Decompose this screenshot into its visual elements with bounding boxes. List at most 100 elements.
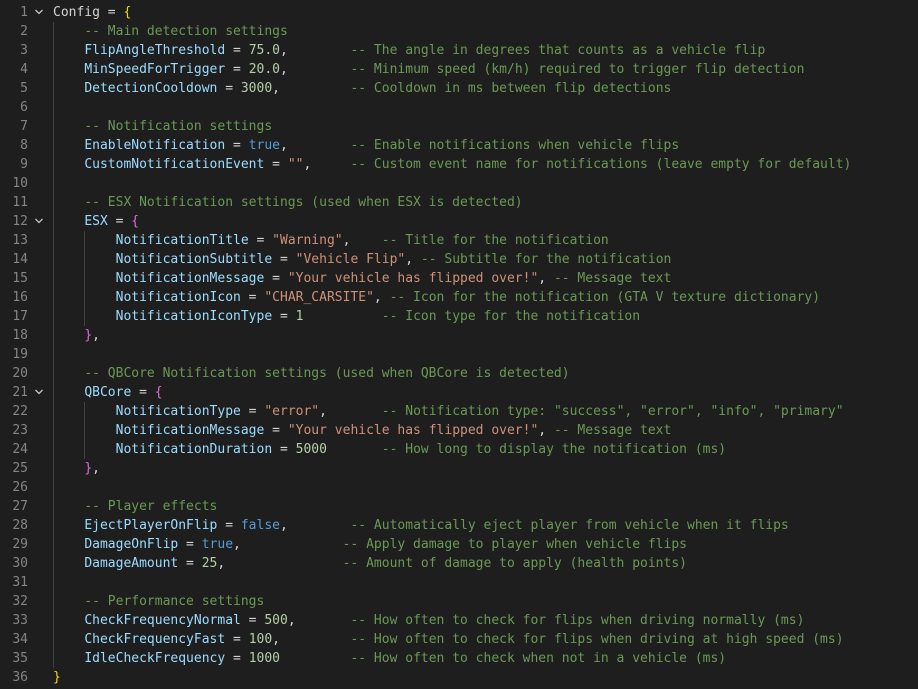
token-id: DetectionCooldown bbox=[84, 81, 218, 96]
code-line[interactable]: 16 NotificationIcon = "CHAR_CARSITE", --… bbox=[0, 288, 918, 307]
token-cm: -- How often to check when not in a vehi… bbox=[350, 651, 727, 666]
code-text: QBCore = { bbox=[53, 383, 162, 402]
line-number: 1 bbox=[20, 5, 28, 20]
line-number: 21 bbox=[12, 385, 28, 400]
line-number: 31 bbox=[12, 575, 28, 590]
token-op: , bbox=[319, 404, 382, 419]
code-line[interactable]: 7 -- Notification settings bbox=[0, 117, 918, 136]
token-cm: -- Message text bbox=[553, 423, 672, 438]
code-line[interactable]: 28 EjectPlayerOnFlip = false, -- Automat… bbox=[0, 516, 918, 535]
token-id: NotificationIcon bbox=[115, 290, 241, 305]
token-str: "" bbox=[287, 157, 304, 172]
code-editor[interactable]: 1 Config = {2 -- Main detection settings 3… bbox=[0, 0, 918, 689]
token-cm: -- Message text bbox=[553, 271, 672, 286]
line-number: 18 bbox=[12, 328, 28, 343]
line-number: 20 bbox=[12, 366, 28, 381]
code-line[interactable]: 30 DamageAmount = 25, -- Amount of damag… bbox=[0, 554, 918, 573]
token-op: = bbox=[178, 537, 202, 552]
code-line[interactable]: 11 -- ESX Notification settings (used wh… bbox=[0, 193, 918, 212]
code-line[interactable]: 31 bbox=[0, 573, 918, 592]
code-text: -- Main detection settings bbox=[53, 22, 288, 41]
token-op bbox=[53, 119, 84, 134]
token-op: , bbox=[92, 461, 100, 476]
token-id: NotificationSubtitle bbox=[115, 252, 273, 267]
token-op bbox=[53, 651, 84, 666]
token-b1: } bbox=[53, 670, 61, 685]
line-number: 22 bbox=[12, 404, 28, 419]
code-line[interactable]: 14 NotificationSubtitle = "Vehicle Flip"… bbox=[0, 250, 918, 269]
line-number: 32 bbox=[12, 594, 28, 609]
token-id: EnableNotification bbox=[84, 138, 226, 153]
code-line[interactable]: 34 CheckFrequencyFast = 100, -- How ofte… bbox=[0, 630, 918, 649]
token-op: = bbox=[99, 5, 124, 20]
token-op: = bbox=[178, 556, 202, 571]
code-line[interactable]: 6 bbox=[0, 98, 918, 117]
line-number: 28 bbox=[12, 518, 28, 533]
token-op bbox=[53, 328, 84, 343]
code-line[interactable]: 10 bbox=[0, 174, 918, 193]
code-line[interactable]: 25 }, bbox=[0, 459, 918, 478]
code-text: -- QBCore Notification settings (used wh… bbox=[53, 364, 569, 383]
code-text: CheckFrequencyFast = 100, -- How often t… bbox=[53, 630, 843, 649]
token-op: , bbox=[303, 157, 351, 172]
code-line[interactable]: 3 FlipAngleThreshold = 75.0, -- The angl… bbox=[0, 41, 918, 60]
code-text: -- ESX Notification settings (used when … bbox=[53, 193, 522, 212]
line-number: 25 bbox=[12, 461, 28, 476]
token-id: FlipAngleThreshold bbox=[84, 43, 226, 58]
chevron-down-icon[interactable] bbox=[32, 212, 46, 231]
code-line[interactable]: 2 -- Main detection settings bbox=[0, 22, 918, 41]
line-number: 6 bbox=[20, 100, 28, 115]
code-line[interactable]: 20 -- QBCore Notification settings (used… bbox=[0, 364, 918, 383]
chevron-down-icon[interactable] bbox=[32, 3, 46, 22]
token-op bbox=[53, 594, 84, 609]
token-kw: true bbox=[201, 537, 234, 552]
line-number: 34 bbox=[12, 632, 28, 647]
code-line[interactable]: 32 -- Performance settings bbox=[0, 592, 918, 611]
code-line[interactable]: 27 -- Player effects bbox=[0, 497, 918, 516]
token-op: = bbox=[107, 214, 132, 229]
code-line[interactable]: 4 MinSpeedForTrigger = 20.0, -- Minimum … bbox=[0, 60, 918, 79]
code-line[interactable]: 9 CustomNotificationEvent = "", -- Custo… bbox=[0, 155, 918, 174]
code-line[interactable]: 1 Config = { bbox=[0, 3, 918, 22]
token-op bbox=[53, 62, 84, 77]
token-top: Config bbox=[53, 5, 100, 20]
token-num: 500 bbox=[264, 613, 288, 628]
code-line[interactable]: 33 CheckFrequencyNormal = 500, -- How of… bbox=[0, 611, 918, 630]
token-id: CheckFrequencyNormal bbox=[84, 613, 241, 628]
code-line[interactable]: 23 NotificationMessage = "Your vehicle h… bbox=[0, 421, 918, 440]
token-op bbox=[53, 252, 116, 267]
token-id: NotificationDuration bbox=[115, 442, 273, 457]
code-line[interactable]: 19 bbox=[0, 345, 918, 364]
token-op: = bbox=[217, 81, 241, 96]
code-line[interactable]: 8 EnableNotification = true, -- Enable n… bbox=[0, 136, 918, 155]
code-text: IdleCheckFrequency = 1000 -- How often t… bbox=[53, 649, 726, 668]
code-line[interactable]: 21 QBCore = { bbox=[0, 383, 918, 402]
code-line[interactable]: 35 IdleCheckFrequency = 1000 -- How ofte… bbox=[0, 649, 918, 668]
token-op bbox=[53, 632, 84, 647]
code-line[interactable]: 18 }, bbox=[0, 326, 918, 345]
token-op bbox=[53, 43, 84, 58]
code-line[interactable]: 12 ESX = { bbox=[0, 212, 918, 231]
code-line[interactable]: 17 NotificationIconType = 1 -- Icon type… bbox=[0, 307, 918, 326]
code-line[interactable]: 15 NotificationMessage = "Your vehicle h… bbox=[0, 269, 918, 288]
token-num: 100 bbox=[248, 632, 273, 647]
code-line[interactable]: 5 DetectionCooldown = 3000, -- Cooldown … bbox=[0, 79, 918, 98]
token-num: 20.0 bbox=[248, 62, 280, 77]
code-text: DetectionCooldown = 3000, -- Cooldown in… bbox=[53, 79, 671, 98]
token-cm: -- Player effects bbox=[84, 499, 218, 514]
code-line[interactable]: 29 DamageOnFlip = true, -- Apply damage … bbox=[0, 535, 918, 554]
line-number: 24 bbox=[12, 442, 28, 457]
token-op bbox=[53, 461, 84, 476]
token-cm: -- Icon type for the notification bbox=[381, 309, 641, 324]
code-line[interactable]: 22 NotificationType = "error", -- Notifi… bbox=[0, 402, 918, 421]
code-line[interactable]: 26 bbox=[0, 478, 918, 497]
code-line[interactable]: 24 NotificationDuration = 5000 -- How lo… bbox=[0, 440, 918, 459]
token-id: DamageOnFlip bbox=[84, 537, 179, 552]
token-op bbox=[53, 442, 116, 457]
code-line[interactable]: 36} bbox=[0, 668, 918, 687]
token-op bbox=[53, 385, 84, 400]
token-op: = bbox=[264, 157, 288, 172]
token-op bbox=[53, 404, 116, 419]
chevron-down-icon[interactable] bbox=[32, 383, 46, 402]
code-line[interactable]: 13 NotificationTitle = "Warning", -- Tit… bbox=[0, 231, 918, 250]
